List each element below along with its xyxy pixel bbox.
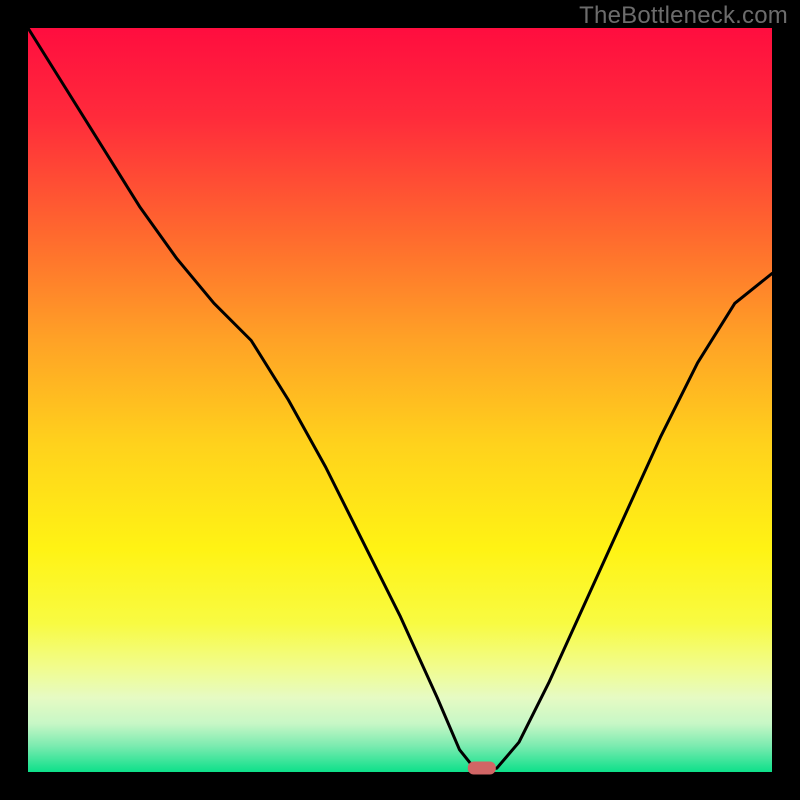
bottleneck-chart: TheBottleneck.com: [0, 0, 800, 800]
chart-svg: [0, 0, 800, 800]
plot-area: [28, 28, 772, 772]
optimal-marker: [468, 762, 496, 775]
watermark-text: TheBottleneck.com: [579, 2, 788, 30]
